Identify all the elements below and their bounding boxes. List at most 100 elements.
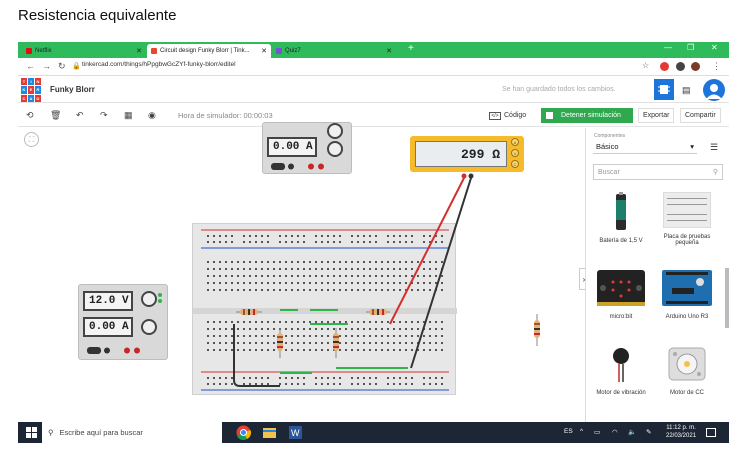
close-icon[interactable]: ✕ bbox=[386, 47, 392, 55]
notes-icon[interactable]: ▦ bbox=[124, 110, 133, 121]
resistor-3 bbox=[277, 328, 283, 358]
chevron-up-icon[interactable]: ^ bbox=[580, 428, 583, 435]
word-icon[interactable]: W bbox=[288, 425, 303, 440]
profile-icon[interactable] bbox=[691, 62, 700, 71]
chip-icon bbox=[658, 85, 670, 94]
tinkercad-header: TIN KER CAD Funky Blorr Se han guardado … bbox=[18, 77, 729, 103]
taskbar-search-placeholder: Escribe aquí para buscar bbox=[59, 428, 143, 437]
rotate-icon[interactable]: ⟲ bbox=[26, 110, 34, 121]
tab-label: Quiz7 bbox=[285, 48, 301, 54]
circuit-canvas[interactable]: ⛶ 0.00 A 12.0 V 0.00 A 299 Ω A V C › bbox=[18, 122, 589, 422]
tab-quiz[interactable]: Quiz7 ✕ bbox=[272, 44, 396, 58]
search-icon: ⚲ bbox=[712, 169, 718, 176]
component-battery[interactable]: Batería de 1,5 V bbox=[590, 192, 652, 244]
code-label: Código bbox=[504, 112, 527, 119]
quiz-icon bbox=[276, 48, 282, 54]
dc-motor-icon bbox=[668, 347, 706, 381]
tab-label: Circuit design Funky Blorr | Tink... bbox=[160, 48, 250, 54]
wifi-icon[interactable]: ◠ bbox=[612, 428, 618, 436]
maximize-icon[interactable]: ❐ bbox=[687, 43, 694, 52]
lock-icon: 🔒 bbox=[72, 63, 81, 70]
chevron-down-icon: ▾ bbox=[690, 142, 694, 151]
tab-netflix[interactable]: Netflix ✕ bbox=[22, 44, 146, 58]
wiring-layer bbox=[233, 173, 540, 387]
save-status: Se han guardado todos los cambios. bbox=[502, 86, 616, 93]
windows-start-icon[interactable] bbox=[26, 427, 37, 438]
menu-icon[interactable]: ⋮ bbox=[712, 61, 721, 72]
stop-label: Detener simulación bbox=[561, 112, 621, 119]
close-window-icon[interactable]: ✕ bbox=[711, 43, 718, 52]
circuit-view-button[interactable] bbox=[654, 79, 674, 100]
close-icon[interactable]: ✕ bbox=[136, 47, 142, 55]
delete-icon[interactable]: 🗑 bbox=[50, 110, 61, 121]
component-dc-motor[interactable]: Motor de CC bbox=[656, 344, 718, 396]
component-microbit[interactable]: micro:bit bbox=[590, 268, 652, 320]
list-view-icon[interactable]: ☰ bbox=[710, 142, 718, 153]
black-probe-wire bbox=[410, 174, 472, 369]
taskbar-clock[interactable]: 11:12 p. m. 22/03/2021 bbox=[666, 424, 696, 440]
component-arduino[interactable]: Arduino Uno R3 bbox=[656, 268, 718, 320]
component-small-breadboard[interactable]: Placa de pruebas pequeña bbox=[656, 191, 718, 246]
notifications-icon[interactable] bbox=[706, 428, 716, 437]
resistor-1 bbox=[236, 309, 262, 315]
tinkercad-icon bbox=[151, 48, 157, 54]
code-button[interactable]: </> Código bbox=[489, 109, 526, 122]
search-placeholder: Buscar bbox=[598, 168, 620, 176]
editor-toolbar: ⟲ 🗑 ↶ ↷ ▦ ◉ Hora de simulador: 00:00:03 … bbox=[18, 104, 729, 127]
tinkercad-logo[interactable]: TIN KER CAD bbox=[21, 78, 41, 102]
clock-time: 11:12 p. m. bbox=[666, 425, 696, 431]
chrome-icon[interactable] bbox=[236, 425, 252, 441]
component-label: Motor de CC bbox=[669, 390, 704, 396]
component-label: Motor de vibración bbox=[596, 390, 646, 396]
battery-icon bbox=[616, 192, 626, 230]
component-search-input[interactable]: Buscar ⚲ bbox=[593, 164, 723, 180]
language-indicator[interactable]: ES bbox=[564, 428, 573, 435]
component-label: Arduino Uno R3 bbox=[665, 314, 709, 320]
component-vibration-motor[interactable]: Motor de vibración bbox=[590, 344, 652, 396]
resistor-loose bbox=[534, 314, 540, 346]
stop-icon bbox=[546, 112, 553, 119]
resistor-2 bbox=[366, 309, 390, 315]
browser-window: Netflix ✕ Circuit design Funky Blorr | T… bbox=[18, 42, 729, 443]
tab-tinkercad[interactable]: Circuit design Funky Blorr | Tink... ✕ bbox=[147, 44, 271, 58]
battery-tray-icon[interactable]: ▭ bbox=[594, 428, 600, 436]
resistor-4 bbox=[333, 328, 339, 358]
eye-icon[interactable]: ◉ bbox=[148, 110, 156, 121]
pen-icon[interactable]: ✎ bbox=[646, 428, 651, 436]
clock-date: 22/03/2021 bbox=[666, 433, 697, 439]
tab-label: Netflix bbox=[35, 48, 52, 54]
category-select[interactable]: Básico ▾ bbox=[593, 140, 697, 154]
microbit-icon bbox=[597, 270, 645, 306]
forward-icon[interactable]: → bbox=[42, 61, 51, 71]
schematic-view-icon[interactable]: ▤ bbox=[682, 85, 691, 96]
star-icon[interactable]: ☆ bbox=[642, 61, 649, 70]
export-button[interactable]: Exportar bbox=[638, 108, 675, 123]
new-tab-icon[interactable]: + bbox=[408, 43, 414, 54]
arduino-icon bbox=[662, 270, 712, 306]
green-jumpers bbox=[280, 309, 408, 374]
share-button[interactable]: Compartir bbox=[680, 108, 721, 123]
stop-simulation-button[interactable]: Detener simulación bbox=[541, 108, 633, 123]
component-label: Batería de 1,5 V bbox=[599, 238, 643, 244]
reload-icon[interactable]: ↻ bbox=[58, 61, 66, 72]
extension-icon[interactable] bbox=[660, 62, 669, 71]
puzzle-icon[interactable] bbox=[676, 62, 685, 71]
components-panel: Componentes Básico ▾ ☰ Buscar ⚲ Batería … bbox=[585, 128, 729, 422]
minimize-icon[interactable]: — bbox=[664, 43, 672, 52]
code-icon: </> bbox=[489, 111, 501, 120]
taskbar-search-input[interactable]: ⚲ Escribe aquí para buscar bbox=[42, 422, 222, 443]
panel-scrollbar[interactable] bbox=[725, 268, 729, 328]
url-field[interactable]: tinkercad.com/things/hPpgbwGcZYf-funky-b… bbox=[82, 61, 236, 68]
back-icon[interactable]: ← bbox=[26, 61, 35, 71]
file-explorer-icon[interactable] bbox=[262, 425, 277, 440]
document-title: Resistencia equivalente bbox=[18, 7, 177, 24]
avatar[interactable] bbox=[703, 79, 725, 101]
project-name[interactable]: Funky Blorr bbox=[50, 85, 95, 94]
netflix-icon bbox=[26, 48, 32, 54]
close-icon[interactable]: ✕ bbox=[261, 47, 267, 55]
component-label: Placa de pruebas pequeña bbox=[663, 234, 711, 246]
simulator-time: Hora de simulador: 00:00:03 bbox=[178, 111, 273, 120]
undo-icon[interactable]: ↶ bbox=[76, 110, 84, 121]
redo-icon[interactable]: ↷ bbox=[100, 110, 108, 121]
volume-icon[interactable]: 🔈 bbox=[628, 428, 636, 436]
